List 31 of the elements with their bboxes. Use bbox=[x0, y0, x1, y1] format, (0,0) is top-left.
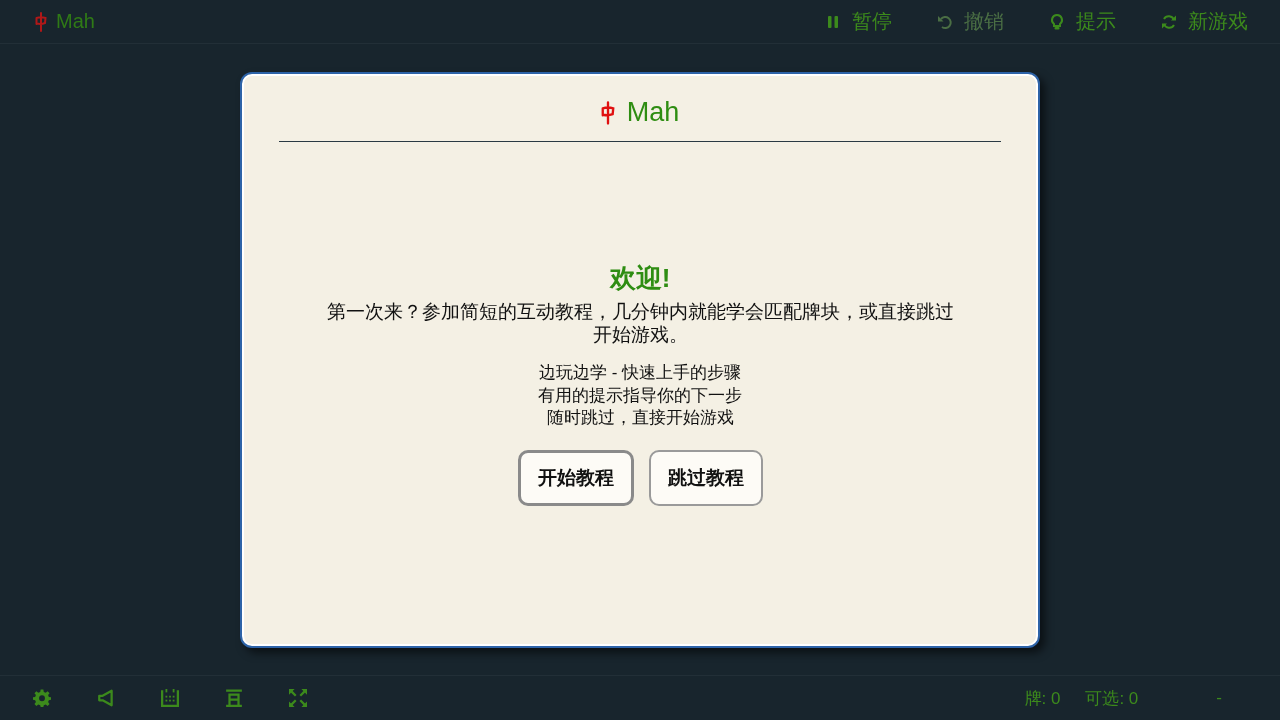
refresh-icon bbox=[1161, 13, 1177, 30]
gear-icon bbox=[33, 689, 51, 707]
toolbar-button[interactable]: 新游戏 bbox=[1161, 8, 1248, 35]
settings-button[interactable] bbox=[33, 689, 51, 707]
logo-icon bbox=[35, 11, 47, 32]
lightbulb-icon bbox=[1049, 13, 1065, 30]
pause-icon bbox=[825, 13, 841, 30]
fullscreen-button[interactable] bbox=[289, 689, 307, 707]
layout-button[interactable] bbox=[225, 689, 243, 707]
stat-text: 可选: 0 bbox=[1085, 687, 1139, 710]
intro-text: 第一次来？参加简短的互动教程，几分钟内就能学会匹配牌块，或直接跳过开始游戏。 bbox=[325, 300, 955, 347]
fullscreen-icon bbox=[289, 689, 307, 707]
logo-icon bbox=[600, 100, 615, 125]
app-title: Mah bbox=[56, 10, 95, 33]
stat-text: 牌: 0 bbox=[1024, 687, 1061, 710]
undo-icon bbox=[937, 13, 953, 30]
status-text: - bbox=[1216, 688, 1222, 708]
feature-text: 有用的提示指导你的下一步 bbox=[538, 384, 742, 407]
welcome-heading: 欢迎! bbox=[609, 262, 671, 296]
start-tutorial-button[interactable]: 开始教程 bbox=[517, 449, 634, 506]
calendar-icon bbox=[161, 689, 179, 707]
calendar-button[interactable] bbox=[161, 689, 179, 707]
feature-text: 随时跳过，直接开始游戏 bbox=[546, 407, 734, 430]
dialog-title: Mah bbox=[626, 97, 680, 128]
skip-tutorial-button[interactable]: 跳过教程 bbox=[648, 449, 763, 506]
toolbar-button[interactable]: 提示 bbox=[1049, 8, 1116, 35]
speaker-icon bbox=[97, 689, 115, 707]
toolbar-button[interactable]: 暂停 bbox=[825, 8, 892, 35]
gate-icon bbox=[225, 689, 243, 707]
feature-text: 边玩边学 - 快速上手的步骤 bbox=[538, 362, 742, 385]
sound-button[interactable] bbox=[97, 689, 115, 707]
